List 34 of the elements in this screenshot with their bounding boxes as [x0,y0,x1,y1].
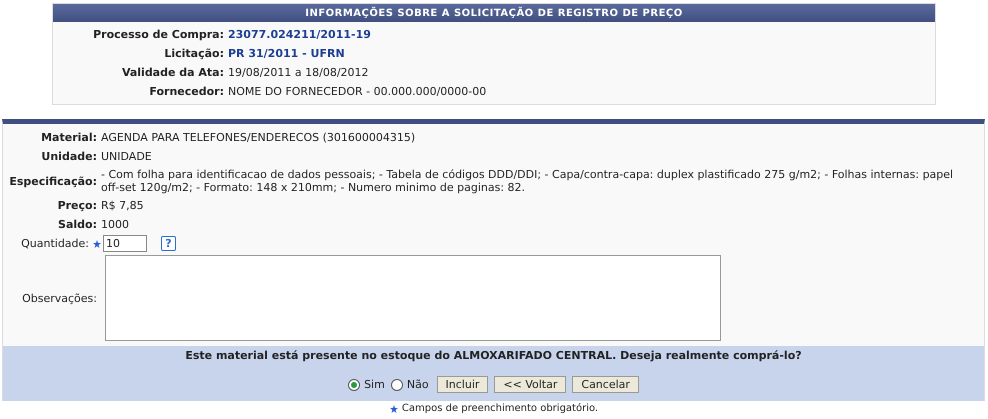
field-value: R$ 7,85 [101,199,145,212]
field-value: AGENDA PARA TELEFONES/ENDERECOS (301600004315) [101,131,416,144]
action-button[interactable]: Incluir [436,376,488,393]
confirm-question: Este material está presente no estoque do ALMOXARIFADO CENTRAL. Deseja realmente comprá-lo? [185,349,802,362]
help-button[interactable]: ? [161,236,176,251]
observations-field[interactable] [105,255,721,341]
field-label: Especificação: [8,174,98,188]
field-value: 19/08/2011 a 18/08/2012 [228,66,369,79]
field-link[interactable]: PR 31/2011 - UFRN [228,47,345,60]
field-value: NOME DO FORNECEDOR - 00.000.000/0000-00 [228,85,486,98]
radio-button[interactable] [348,378,360,390]
field-label: Observações: [21,292,98,304]
required-note: Campos de preenchimento obrigatório. [402,402,598,415]
field-label: Fornecedor: [148,85,225,98]
field-label: Saldo: [57,218,98,231]
field-value: 1000 [101,218,130,231]
action-button[interactable]: Cancelar [572,376,639,393]
radio-label: Não [406,378,429,391]
field-label: Preço: [56,199,98,212]
field-label: Processo de Compra: [92,28,225,41]
panel-title: INFORMAÇÕES SOBRE A SOLICITAÇÃO DE REGISTRO DE PREÇO [53,4,935,22]
field-label: Quantidade: [20,237,90,250]
field-label: Validade da Ata: [120,66,225,79]
field-value: - Com folha para identificacao de dados pessoais; - Tabela de códigos DDD/DDI; - Capa/contra-capa: duplex plastificado 275 g/m2; - Folhas internas: papel off-set 120g/m2; - Formato: 148 x 210mm; - Numero minimo de paginas: 82. [101,168,954,194]
quantity-field[interactable]: 10 [103,235,147,252]
action-button[interactable]: << Voltar [494,376,566,393]
radio-label: Sim [364,378,385,391]
field-label: Material: [40,131,98,144]
required-star-icon [390,404,398,412]
field-label: Unidade: [40,150,98,163]
field-label: Licitação: [163,47,225,60]
radio-button[interactable] [390,378,403,390]
field-value: UNIDADE [101,150,153,163]
field-link[interactable]: 23077.024211/2011-19 [228,28,371,41]
